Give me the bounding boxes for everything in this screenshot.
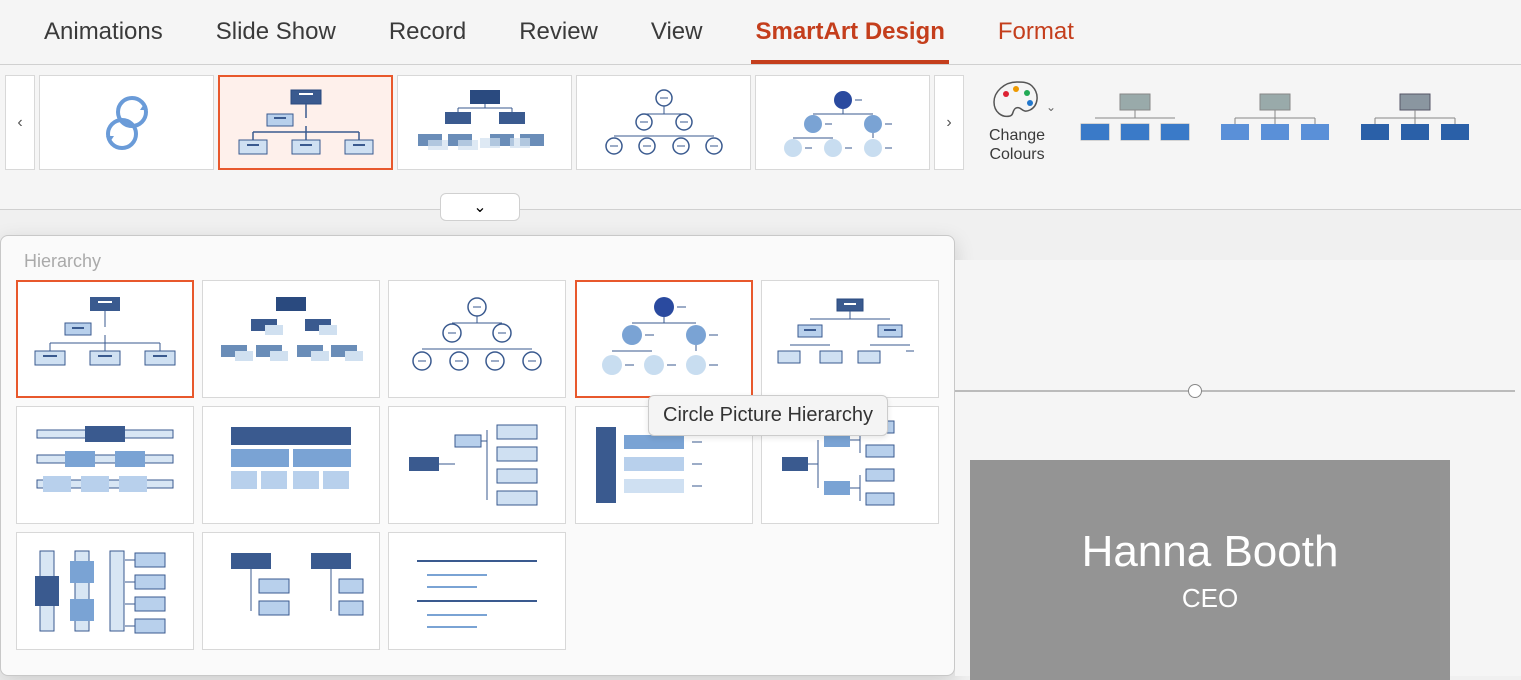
style-option-1[interactable] xyxy=(1070,80,1200,160)
dropdown-item-circle-picture-hierarchy[interactable] xyxy=(575,280,753,398)
dropdown-item-lined-list[interactable] xyxy=(388,532,566,650)
change-colours-label: Change Colours xyxy=(989,126,1045,164)
labeled-hierarchy-icon xyxy=(25,415,185,515)
gallery-next-button[interactable]: › xyxy=(934,75,964,170)
dropdown-caret-icon: ⌄ xyxy=(1046,100,1056,114)
layout-option-half-circle-hierarchy[interactable] xyxy=(576,75,751,170)
tab-review[interactable]: Review xyxy=(515,10,602,54)
node-name: Hanna Booth xyxy=(1082,527,1339,577)
style1-icon xyxy=(1075,88,1195,153)
layout-gallery-expand-button[interactable]: ⌄ xyxy=(440,193,520,221)
tab-view[interactable]: View xyxy=(647,10,707,54)
half-circle-icon xyxy=(589,84,739,162)
dropdown-section-header: Hierarchy xyxy=(24,251,939,272)
layout-dropdown-panel: Hierarchy xyxy=(0,235,955,676)
gallery-prev-button[interactable]: ‹ xyxy=(5,75,35,170)
hierarchy-rect-icon xyxy=(770,289,930,389)
layout-option-organization-chart[interactable] xyxy=(218,75,393,170)
dropdown-item-labeled-hierarchy[interactable] xyxy=(16,406,194,524)
horiz-org-icon xyxy=(397,415,557,515)
name-title-icon xyxy=(211,289,371,389)
layout-option-hierarchy[interactable] xyxy=(397,75,572,170)
circle-picture-icon xyxy=(584,289,744,389)
tab-format[interactable]: Format xyxy=(994,10,1078,54)
lined-list-icon xyxy=(397,541,557,641)
org-chart-icon xyxy=(25,289,185,389)
chevron-left-icon: ‹ xyxy=(17,114,22,132)
horiz-labeled-icon xyxy=(25,541,185,641)
cycle-icon xyxy=(52,84,202,162)
table-hierarchy-icon xyxy=(211,415,371,515)
org-chart-icon xyxy=(231,84,381,162)
palette-icon: ⌄ xyxy=(992,80,1042,120)
tab-animations[interactable]: Animations xyxy=(40,10,167,54)
dropdown-item-organization-chart[interactable] xyxy=(16,280,194,398)
dropdown-item-table-hierarchy[interactable] xyxy=(202,406,380,524)
hierarchy-icon xyxy=(410,84,560,162)
tab-slide-show[interactable]: Slide Show xyxy=(212,10,340,54)
chevron-right-icon: › xyxy=(946,114,951,132)
half-circle-icon xyxy=(397,289,557,389)
style3-icon xyxy=(1355,88,1475,153)
style-gallery xyxy=(1070,75,1480,160)
node-title: CEO xyxy=(1182,583,1238,614)
selection-edge xyxy=(955,390,1515,392)
dropdown-item-horizontal-labeled-hierarchy[interactable] xyxy=(16,532,194,650)
style-option-3[interactable] xyxy=(1350,80,1480,160)
tab-record[interactable]: Record xyxy=(385,10,470,54)
tooltip: Circle Picture Hierarchy xyxy=(648,395,888,436)
dropdown-item-hierarchy-list[interactable] xyxy=(202,532,380,650)
smartart-node-ceo[interactable]: Hanna Booth CEO xyxy=(970,460,1450,680)
dropdown-item-name-title-org-chart[interactable] xyxy=(202,280,380,398)
change-colours-button[interactable]: ⌄ Change Colours xyxy=(984,75,1050,169)
chevron-down-icon: ⌄ xyxy=(473,197,486,217)
ribbon-tabs: Animations Slide Show Record Review View… xyxy=(0,0,1521,65)
slide-canvas[interactable]: Hanna Booth CEO xyxy=(955,260,1521,676)
ribbon: ‹ xyxy=(0,65,1521,210)
layout-option-cycle[interactable] xyxy=(39,75,214,170)
hierarchy-list-icon xyxy=(211,541,371,641)
dropdown-item-half-circle-org-chart[interactable] xyxy=(388,280,566,398)
style2-icon xyxy=(1215,88,1335,153)
dropdown-item-hierarchy[interactable] xyxy=(761,280,939,398)
dropdown-item-horizontal-org-chart[interactable] xyxy=(388,406,566,524)
layout-option-circle-picture-hierarchy[interactable] xyxy=(755,75,930,170)
layout-gallery: ‹ xyxy=(5,75,964,170)
circle-picture-icon xyxy=(768,84,918,162)
style-option-2[interactable] xyxy=(1210,80,1340,160)
tab-smartart-design[interactable]: SmartArt Design xyxy=(751,10,948,64)
selection-handle[interactable] xyxy=(1188,384,1202,398)
